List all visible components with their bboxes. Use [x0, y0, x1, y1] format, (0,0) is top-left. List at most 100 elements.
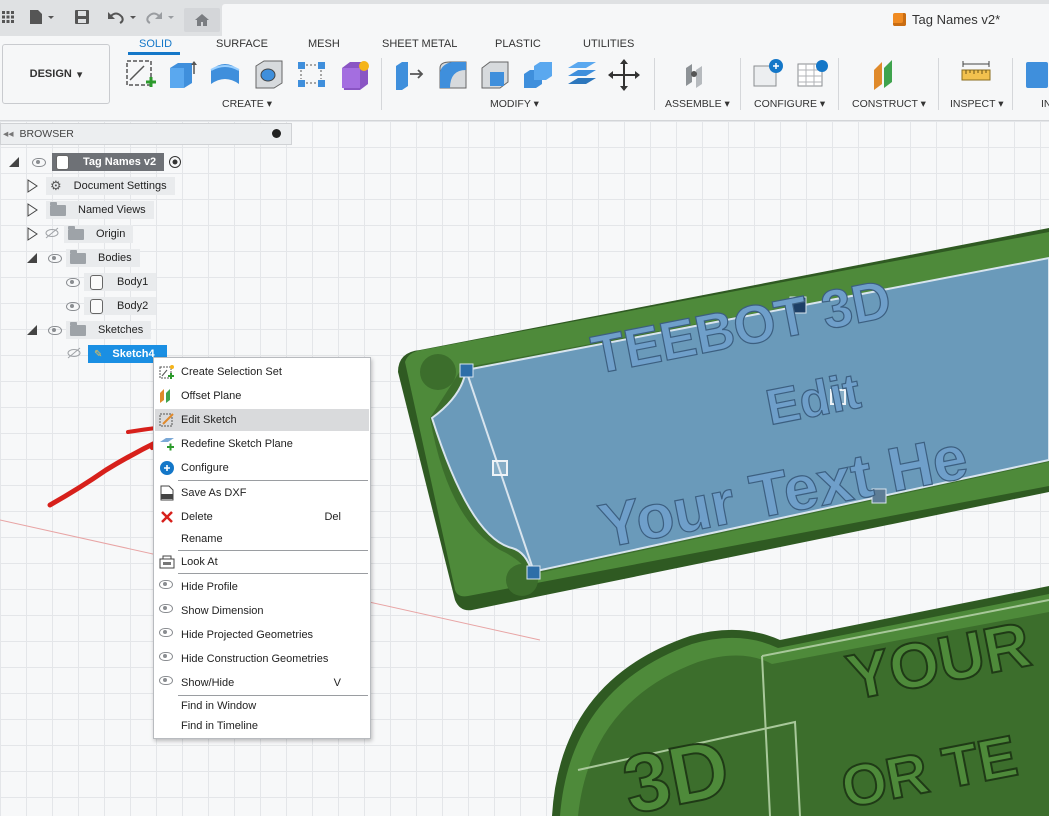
- toolbar: DESIGN ▾ SOLID SURFACE MESH SHEET METAL …: [0, 36, 1049, 121]
- undo-icon[interactable]: [106, 6, 138, 28]
- visibility-eye-icon[interactable]: [66, 301, 80, 311]
- menu-item-offset-plane[interactable]: Offset Plane: [155, 385, 369, 407]
- sketch-point[interactable]: [459, 363, 474, 378]
- collapse-panel-icon[interactable]: ◂◂: [3, 128, 14, 140]
- activate-radio-icon[interactable]: [168, 155, 182, 169]
- file-menu-icon[interactable]: [28, 6, 54, 28]
- sketch-point[interactable]: [526, 565, 541, 580]
- collapse-triangle-icon[interactable]: [8, 156, 20, 168]
- menu-separator: [178, 573, 368, 574]
- configure-table-icon[interactable]: [796, 58, 828, 90]
- workspace-switcher[interactable]: DESIGN ▾: [2, 44, 110, 104]
- shortcut-show-hide: V: [333, 677, 341, 689]
- collapse-triangle-icon[interactable]: [26, 324, 38, 336]
- visibility-eye-icon[interactable]: [48, 325, 62, 335]
- menu-item-edit-sketch[interactable]: Edit Sketch: [155, 409, 369, 431]
- extrude-icon[interactable]: [166, 58, 198, 90]
- collapse-triangle-icon[interactable]: [26, 252, 38, 264]
- browser-item-named-views[interactable]: Named Views: [26, 201, 154, 219]
- app-grid-icon[interactable]: [2, 6, 14, 28]
- expand-triangle-icon[interactable]: [26, 179, 38, 193]
- menu-item-redefine-sketch-plane[interactable]: Redefine Sketch Plane: [155, 433, 369, 455]
- browser-item-body2[interactable]: Body2: [66, 297, 157, 315]
- menu-item-delete[interactable]: Delete Del: [155, 506, 369, 528]
- revolve-icon[interactable]: [208, 58, 240, 90]
- menu-item-look-at[interactable]: Look At: [155, 551, 369, 573]
- insert-icon[interactable]: [1024, 58, 1049, 90]
- combine-icon[interactable]: [522, 58, 554, 90]
- fillet-icon[interactable]: [436, 58, 468, 90]
- menu-item-save-as-dxf[interactable]: Save As DXF: [155, 482, 369, 504]
- visibility-eye-icon[interactable]: [32, 157, 46, 167]
- eye-icon: [159, 651, 175, 667]
- tab-utilities[interactable]: UTILITIES: [583, 38, 634, 50]
- create-group-label[interactable]: CREATE ▾: [222, 98, 272, 110]
- redo-icon[interactable]: [144, 6, 176, 28]
- dxf-file-icon: [159, 485, 175, 501]
- menu-item-hide-construction-geometries[interactable]: Hide Construction Geometries: [155, 648, 369, 670]
- browser-item-sketch4[interactable]: ✎ Sketch4: [66, 345, 167, 363]
- create-sketch-icon[interactable]: [124, 58, 156, 90]
- menu-item-rename[interactable]: Rename: [155, 528, 369, 550]
- offset-plane-icon: [159, 388, 175, 404]
- document-title[interactable]: Tag Names v2*: [893, 12, 1000, 27]
- browser-item-origin[interactable]: Origin: [26, 225, 134, 243]
- sketch-icon: ✎: [94, 348, 103, 360]
- browser-item-bodies[interactable]: Bodies: [26, 249, 140, 267]
- body-icon: [90, 274, 103, 290]
- chevron-down-icon: ▾: [76, 68, 83, 81]
- move-copy-icon[interactable]: [608, 58, 640, 91]
- chamfer-icon[interactable]: [478, 58, 510, 90]
- offset-face-icon[interactable]: [566, 58, 598, 90]
- pattern-icon[interactable]: [296, 58, 328, 90]
- measure-icon[interactable]: [960, 58, 992, 90]
- inspect-group-label[interactable]: INSPECT ▾: [950, 98, 1004, 110]
- menu-item-create-selection-set[interactable]: Create Selection Set: [155, 361, 369, 383]
- panel-options-icon[interactable]: [272, 129, 281, 138]
- menu-item-configure[interactable]: Configure: [155, 457, 369, 479]
- construct-plane-icon[interactable]: [870, 58, 902, 90]
- menu-item-find-in-window[interactable]: Find in Window: [155, 695, 369, 717]
- tab-surface[interactable]: SURFACE: [216, 38, 268, 50]
- gear-icon: ⚙: [50, 178, 62, 193]
- construct-group-label[interactable]: CONSTRUCT ▾: [852, 98, 926, 110]
- tab-mesh[interactable]: MESH: [308, 38, 340, 50]
- visibility-eye-icon[interactable]: [66, 277, 80, 287]
- menu-item-hide-profile[interactable]: Hide Profile: [155, 576, 369, 598]
- tab-plastic[interactable]: PLASTIC: [495, 38, 541, 50]
- eye-icon: [159, 675, 175, 691]
- press-pull-icon[interactable]: [392, 58, 424, 90]
- hole-icon[interactable]: [252, 58, 284, 90]
- save-icon[interactable]: [74, 6, 90, 28]
- menu-item-hide-projected-geometries[interactable]: Hide Projected Geometries: [155, 624, 369, 646]
- selection-set-icon: [159, 364, 175, 380]
- configure-rule-icon[interactable]: [752, 58, 784, 90]
- create-form-icon[interactable]: [338, 58, 370, 90]
- menu-item-find-in-timeline[interactable]: Find in Timeline: [155, 715, 369, 737]
- expand-triangle-icon[interactable]: [26, 203, 38, 217]
- browser-item-body1[interactable]: Body1: [66, 273, 157, 291]
- title-bar: Tag Names v2*: [0, 0, 1049, 36]
- modify-group-label[interactable]: MODIFY ▾: [490, 98, 539, 110]
- tab-sheet-metal[interactable]: SHEET METAL: [382, 38, 457, 50]
- browser-item-document-settings[interactable]: ⚙ Document Settings: [26, 177, 175, 195]
- menu-item-show-hide[interactable]: Show/Hide V: [155, 672, 369, 694]
- hidden-eye-icon[interactable]: [44, 227, 60, 242]
- tab-solid[interactable]: SOLID: [139, 38, 172, 50]
- browser-root[interactable]: Tag Names v2: [8, 153, 182, 171]
- browser-header[interactable]: ◂◂ BROWSER: [0, 123, 292, 145]
- home-tab[interactable]: [184, 8, 220, 32]
- joint-icon[interactable]: [680, 58, 712, 90]
- component-icon: [893, 13, 906, 26]
- assemble-group-label[interactable]: ASSEMBLE ▾: [665, 98, 730, 110]
- menu-item-show-dimension[interactable]: Show Dimension: [155, 600, 369, 622]
- insert-group-label[interactable]: IN: [1041, 98, 1049, 110]
- look-at-icon: [159, 554, 175, 570]
- configure-group-label[interactable]: CONFIGURE ▾: [754, 98, 825, 110]
- expand-triangle-icon[interactable]: [26, 227, 38, 241]
- folder-icon: [50, 201, 66, 216]
- sketch-point[interactable]: [492, 460, 508, 476]
- browser-item-sketches[interactable]: Sketches: [26, 321, 152, 339]
- hidden-eye-icon[interactable]: [66, 347, 82, 362]
- visibility-eye-icon[interactable]: [48, 253, 62, 263]
